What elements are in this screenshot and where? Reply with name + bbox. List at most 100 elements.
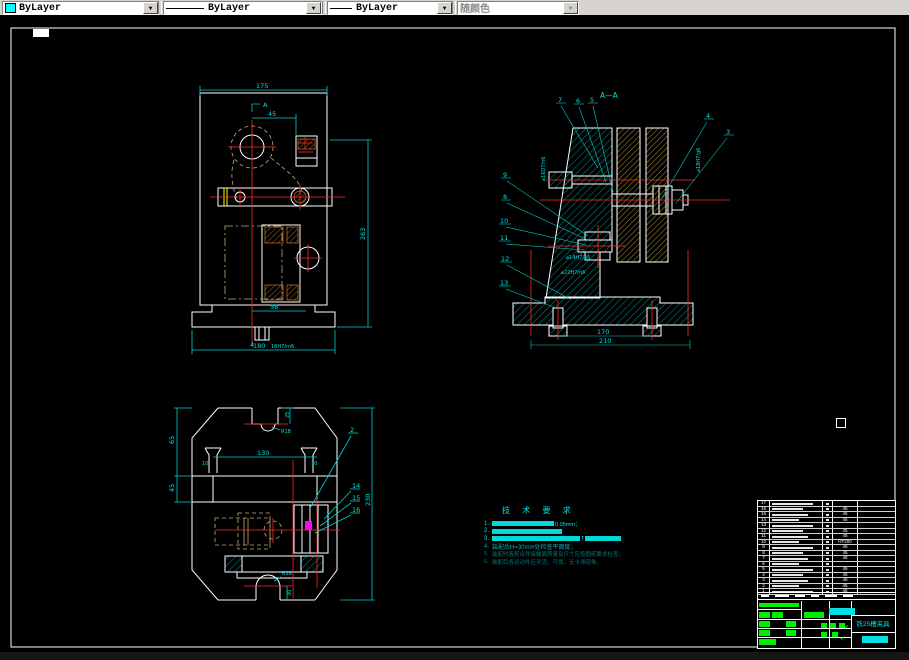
- gridline: [801, 601, 802, 648]
- bom-material: 45: [833, 511, 858, 517]
- bom-name-bar: [770, 545, 823, 550]
- dim-r18-bottom: R18: [282, 571, 292, 577]
- callout-5: 5: [590, 96, 594, 104]
- bom-name-bar: [770, 517, 823, 522]
- bom-name-bar: [770, 567, 823, 572]
- dim-fit-right: ⌀18H7/g6: [696, 148, 702, 172]
- title-block-signature-area: ✔ ✔ 铣25槽夹具: [758, 601, 895, 648]
- bom-qty-bar: [823, 506, 833, 511]
- properties-toolbar: ByLayer ▼ ByLayer ▼ ByLayer ▼ 随颜色 ▼: [0, 0, 909, 16]
- bom-qty-bar: [823, 528, 833, 533]
- green-cell: [830, 623, 836, 628]
- bom-name-bar: [770, 501, 823, 506]
- gridline: [851, 632, 895, 633]
- header-bar: [775, 595, 789, 597]
- header-bar: [761, 595, 769, 597]
- bom-name-bar: [770, 534, 823, 539]
- linetype-combo-value: ByLayer: [208, 2, 251, 14]
- plotstyle-combo-value: 随颜色: [460, 5, 490, 16]
- plotstyle-combo: 随颜色 ▼: [457, 1, 579, 16]
- toolbar-separator: [452, 1, 456, 14]
- bom-remark: [858, 545, 895, 550]
- dim-230: 230: [364, 494, 372, 506]
- parts-list: 17 16 45 15 45 14 45 13 12 45 11 45 10 HT200 9…: [758, 500, 895, 595]
- bom-remark: [858, 540, 895, 545]
- callout-6: 6: [576, 97, 580, 105]
- drawing-title: 铣25槽夹具: [856, 621, 890, 628]
- green-cell: [759, 612, 770, 618]
- dim-fit-left: ⌀16D7/n6: [541, 157, 547, 181]
- callout-3: 3: [726, 128, 730, 136]
- item-text: 装配后各运动件应灵活、可靠，无卡滞现象。: [492, 559, 603, 566]
- dim-30: 30: [287, 590, 293, 596]
- linetype-combo-arrow-icon[interactable]: ▼: [306, 2, 321, 14]
- item-number: 4.: [484, 543, 490, 550]
- dim-25: 25: [285, 412, 291, 418]
- dim-130: 130: [257, 449, 269, 457]
- item-number: 6.: [484, 558, 489, 565]
- bom-qty-bar: [823, 550, 833, 555]
- bom-name-bar: [770, 528, 823, 533]
- bom-qty-bar: [823, 578, 833, 583]
- bom-material: 45: [833, 577, 858, 583]
- gridline: [851, 615, 895, 616]
- linetype-combo[interactable]: ByLayer ▼: [163, 1, 322, 15]
- item-tail: T: [581, 535, 585, 542]
- bom-qty-bar: [823, 534, 833, 539]
- cyan-highlight-bar: [829, 608, 855, 615]
- bom-remark: [858, 562, 895, 567]
- front-view-dimensions: [191, 86, 372, 354]
- section-title: A—A: [600, 91, 619, 100]
- plan-view-hidden-lines: [214, 512, 283, 550]
- highlighted-text-bar: [492, 536, 580, 542]
- bom-remark: [858, 534, 895, 539]
- bom-remark: [858, 584, 895, 589]
- dim-175: 175: [256, 82, 268, 90]
- dim-10-left: 10: [202, 461, 208, 467]
- bom-remark: [858, 578, 895, 583]
- bom-remark: [858, 507, 895, 512]
- color-combo-arrow-icon[interactable]: ▼: [143, 2, 158, 14]
- bom-material: 45: [833, 517, 858, 522]
- dim-r18-top: R18: [281, 429, 291, 435]
- lineweight-line-icon: [330, 7, 352, 9]
- green-cell: [759, 621, 770, 627]
- header-bar: [795, 595, 805, 597]
- lineweight-combo-arrow-icon[interactable]: ▼: [437, 2, 452, 14]
- bom-remark: [858, 512, 895, 517]
- front-view-outline: [191, 92, 336, 341]
- callout-13: 13: [500, 279, 508, 287]
- callout-15: 15: [352, 494, 360, 502]
- color-swatch: [5, 3, 16, 13]
- green-cell: [772, 612, 783, 618]
- callout-16: 16: [352, 506, 360, 514]
- item-tail: 0.05mm；: [555, 521, 581, 528]
- bom-seq: 17: [758, 500, 770, 506]
- callout-7: 7: [558, 96, 562, 104]
- green-cell: [821, 632, 827, 637]
- lineweight-combo[interactable]: ByLayer ▼: [327, 1, 453, 15]
- bom-material: 45: [833, 544, 858, 550]
- bom-material: 45: [833, 533, 858, 539]
- header-bar: [843, 595, 853, 597]
- bom-name-bar: [770, 556, 823, 561]
- bom-name-bar: [770, 572, 823, 577]
- section-marker-a: A: [263, 101, 268, 109]
- callout-14: 14: [352, 482, 360, 490]
- toolbar-separator: [158, 1, 162, 14]
- bom-seq: 9: [758, 544, 770, 550]
- bom-material: 45: [833, 566, 858, 572]
- technical-requirements: 技 术 要 求 1. 0.05mm； 2. 3. T 4. 装配后H=30mm处…: [484, 505, 644, 566]
- callout-12: 12: [501, 255, 509, 263]
- bom-name-bar: [770, 539, 823, 544]
- color-combo[interactable]: ByLayer ▼: [2, 1, 159, 15]
- highlighted-text-bar: [492, 521, 554, 527]
- bom-qty-bar: [823, 517, 833, 522]
- item-number: 5.: [484, 551, 489, 558]
- green-checkmark-icon: ✔: [840, 636, 846, 642]
- green-cell: [759, 639, 776, 645]
- grip-square[interactable]: [836, 418, 846, 428]
- front-view-hatch: [264, 138, 316, 301]
- plan-view-outline: [191, 407, 338, 601]
- dim-180: 180: [253, 342, 265, 350]
